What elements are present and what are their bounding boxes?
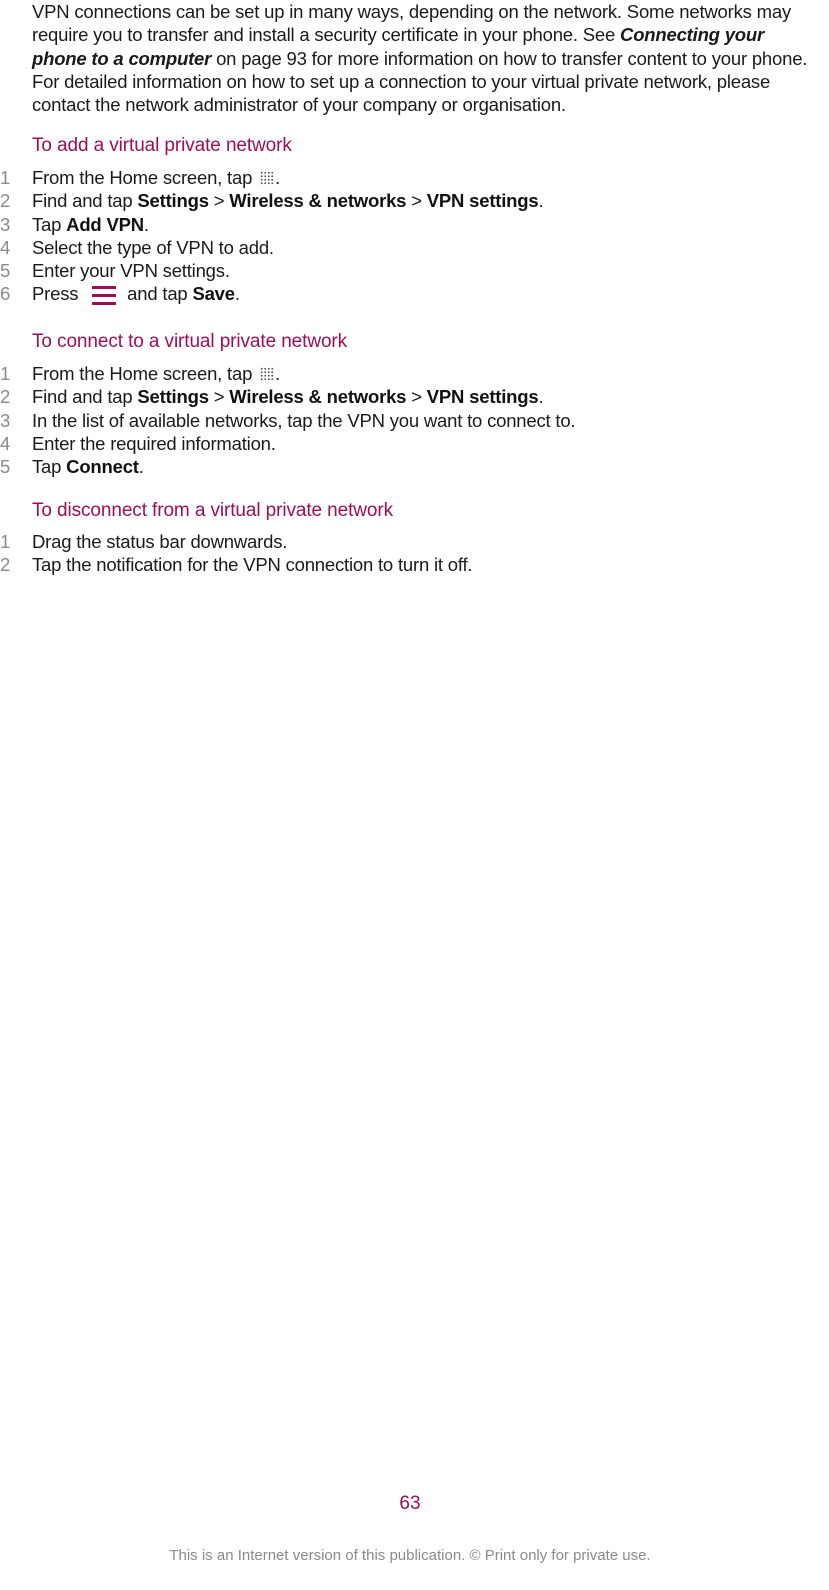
steps-add-vpn: 1 From the Home screen, tap . 2 Find and t… [0,166,800,306]
step: 2 Tap the notification for the VPN connec… [0,554,473,576]
step: 1 Drag the status bar downwards. [0,531,288,552]
step: 2 Find and tap Settings > Wireless & netw… [0,190,544,212]
section-heading-add-vpn: To add a virtual private network [32,135,292,156]
step: 2 Find and tap Settings > Wireless & netw… [0,386,544,408]
step: 1 From the Home screen, tap . [0,167,281,188]
section-heading-connect-vpn: To connect to a virtual private network [32,331,348,352]
page-number: 63 [399,1493,421,1514]
step: 4 Enter the required information. [0,432,276,454]
footer-notice: This is an Internet version of this publ… [169,1547,651,1564]
step: 4 Select the type of VPN to add. [0,236,274,258]
app-grid-icon [260,171,275,185]
app-grid-icon [260,367,275,381]
step: 6 Press and tap Save. [0,282,800,305]
section-heading-disconnect-vpn: To disconnect from a virtual private net… [32,500,393,521]
step: 5 Enter your VPN settings. [0,260,230,282]
steps-connect-vpn: 1 From the Home screen, tap . 2 Find and t… [0,362,800,478]
step: 5 Tap Connect. [0,456,144,478]
step: 3 Tap Add VPN. [0,213,149,235]
step: 1 From the Home screen, tap . [0,363,281,384]
menu-icon [89,285,119,309]
steps-disconnect-vpn: 1 Drag the status bar downwards. 2 Tap the… [0,530,800,577]
intro-paragraph: VPN connections can be set up in many wa… [32,0,822,116]
step: 3 In the list of available networks, tap … [0,409,576,431]
